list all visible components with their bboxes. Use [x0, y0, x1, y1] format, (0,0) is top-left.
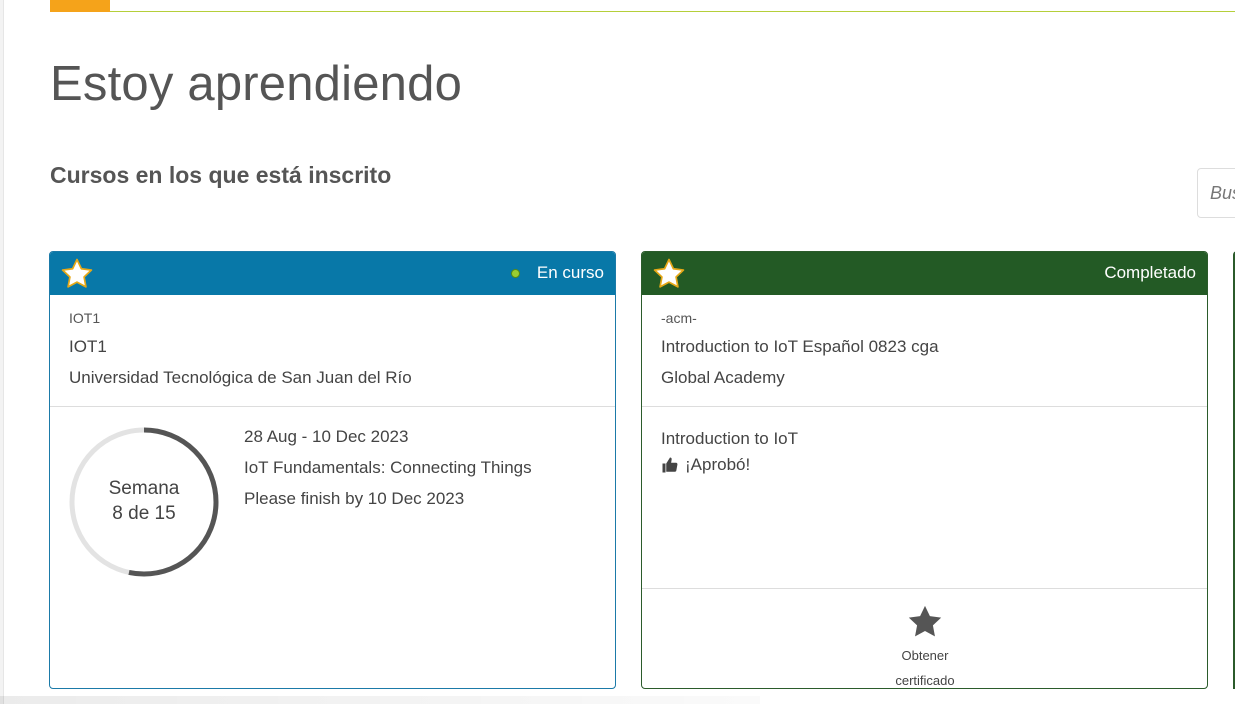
star-icon[interactable]: [652, 257, 686, 291]
page-title: Estoy aprendiendo: [50, 57, 463, 111]
star-icon: [908, 605, 942, 637]
search-input[interactable]: [1197, 168, 1235, 218]
course-name[interactable]: IOT1: [69, 337, 596, 357]
green-dot-icon: [510, 268, 520, 278]
course-info: IOT1 IOT1 Universidad Tecnológica de San…: [50, 295, 615, 407]
active-tab-indicator: [50, 0, 110, 12]
deadline-text: Please finish by 10 Dec 2023: [244, 489, 465, 508]
course-name[interactable]: Introduction to IoT Español 0823 cga: [661, 337, 1188, 357]
card-footer: Obtener certificado: [642, 588, 1207, 688]
progress-label-line1: Semana: [108, 478, 180, 499]
top-navigation-bar: [50, 0, 1235, 12]
get-certificate-button[interactable]: Obtener certificado: [882, 603, 968, 688]
course-info: -acm- Introduction to IoT Español 0823 c…: [642, 295, 1207, 407]
organization-name: Universidad Tecnológica de San Juan del …: [69, 368, 412, 387]
session-dates: 28 Aug - 10 Dec 2023: [244, 427, 409, 446]
certificate-label-line1: Obtener: [901, 648, 949, 663]
progress-label-line2: 8 de 15: [112, 503, 176, 524]
left-edge: [0, 0, 4, 704]
organization-name: Global Academy: [661, 368, 785, 387]
course-code: IOT1: [69, 310, 101, 326]
passed-text: ¡Aprobó!: [685, 455, 751, 474]
session-info: 28 Aug - 10 Dec 2023 IoT Fundamentals: C…: [244, 427, 532, 520]
status-badge: En curso: [510, 263, 604, 283]
progress-label: Semana 8 de 15: [68, 476, 220, 526]
certificate-label: Obtener certificado: [882, 643, 968, 688]
status-badge: Completado: [1104, 263, 1196, 283]
bottom-shadow: [0, 696, 760, 704]
course-result-section: Introduction to IoT ¡Aprobó! Obtener cer…: [642, 407, 1207, 688]
thumbs-up-icon: [662, 457, 678, 473]
passed-status: ¡Aprobó!: [661, 455, 798, 475]
course-code: -acm-: [661, 310, 697, 326]
course-card-in-progress[interactable]: En curso IOT1 IOT1 Universidad Tecnológi…: [49, 251, 616, 689]
passed-info: Introduction to IoT ¡Aprobó!: [661, 429, 798, 475]
status-label: En curso: [536, 263, 604, 282]
status-label: Completado: [1104, 263, 1196, 282]
session-title[interactable]: IoT Fundamentals: Connecting Things: [244, 458, 532, 478]
card-header: En curso: [50, 252, 615, 295]
course-progress-section: Semana 8 de 15 28 Aug - 10 Dec 2023 IoT …: [50, 407, 615, 688]
section-subtitle: Cursos en los que está inscrito: [50, 162, 392, 188]
course-title[interactable]: Introduction to IoT: [661, 429, 798, 449]
course-card-completed[interactable]: Completado -acm- Introduction to IoT Esp…: [641, 251, 1208, 689]
certificate-label-line2: certificado: [895, 673, 955, 688]
star-icon[interactable]: [60, 257, 94, 291]
card-header: Completado: [642, 252, 1207, 295]
